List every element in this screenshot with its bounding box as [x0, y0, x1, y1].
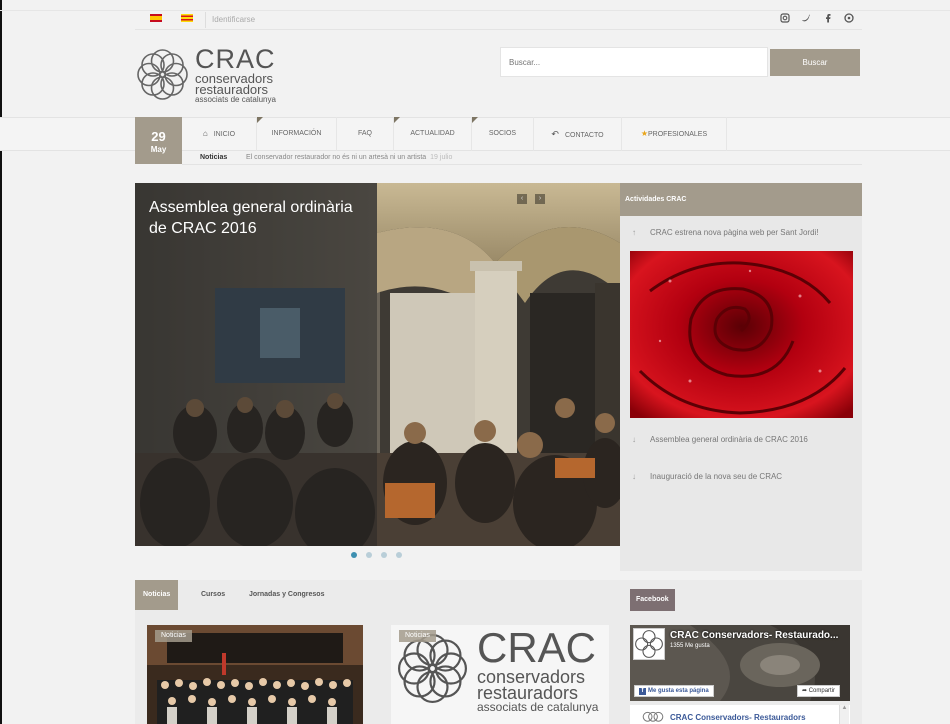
news-ticker: Noticias El conservador restaurador no é…: [182, 151, 862, 165]
tab-noticias[interactable]: Noticias: [135, 580, 179, 610]
nav-label: SOCIOS: [488, 130, 517, 137]
login-link[interactable]: Identificarse: [205, 12, 255, 28]
nav-label: CONTACTO: [564, 132, 604, 139]
nav-item-informacion[interactable]: INFORMACIÓN: [257, 117, 337, 151]
facebook-scrollbar[interactable]: ▲: [839, 705, 849, 724]
nav-corner: [394, 117, 400, 123]
nav-label: INICIO: [213, 131, 236, 138]
topbar: Identificarse: [135, 10, 862, 30]
search-button[interactable]: Buscar: [770, 49, 860, 76]
nav-corner: [472, 117, 478, 123]
arrow-down-icon: ↓: [632, 472, 636, 481]
catalan-flag-icon[interactable]: [181, 14, 193, 22]
reply-icon: ↶: [551, 129, 559, 139]
facebook-post: CRAC Conservadors- Restauradors: [630, 705, 850, 724]
card-logo-line-2: restauradors: [477, 683, 579, 703]
activity-item-1[interactable]: ↑ CRAC estrena nova pàgina web per Sant J…: [632, 227, 819, 239]
news-ticker-link[interactable]: El conservador restaurador no és ni un a…: [246, 151, 452, 165]
slider-caption-overlay: Assemblea general ordinària de CRAC 2016: [135, 183, 377, 546]
nav-item-inicio[interactable]: ⌂ INICIO: [182, 117, 257, 151]
activity-item-2[interactable]: ↓ Assemblea general ordinària de CRAC 201…: [632, 434, 808, 446]
nav-item-actualidad[interactable]: ACTUALIDAD: [394, 117, 472, 151]
nav-corner: [257, 117, 263, 123]
nav-label: FAQ: [357, 130, 372, 137]
activity-item-3[interactable]: ↓ Inauguració de la nova seu de CRAC: [632, 471, 782, 483]
tab-jornadas[interactable]: Jornadas y Congresos: [249, 580, 324, 610]
slider-dot-2[interactable]: [366, 552, 372, 558]
slider-dot-1[interactable]: [351, 552, 357, 558]
share-button-label: Compartir: [808, 688, 836, 694]
news-card-badge: Noticias: [155, 630, 192, 642]
arrow-up-icon: ↑: [632, 228, 636, 237]
facebook-icon[interactable]: [821, 13, 835, 27]
slider-dot-4[interactable]: [396, 552, 402, 558]
facebook-post-author[interactable]: CRAC Conservadors- Restauradors: [670, 713, 806, 722]
slider-prev-icon[interactable]: ‹: [517, 194, 527, 204]
facebook-f-icon: f: [639, 688, 646, 695]
facebook-likes-count: 1355 Me gusta: [670, 643, 710, 649]
slider-title[interactable]: Assemblea general ordinària de CRAC 2016: [149, 197, 369, 239]
rose-image: [630, 251, 853, 418]
news-ticker-date: 19 julio: [430, 154, 453, 161]
instagram-icon[interactable]: [778, 13, 792, 27]
arrow-down-icon: ↓: [632, 435, 636, 444]
activity-rose-image[interactable]: [630, 251, 853, 418]
card-logo-title: CRAC: [477, 625, 597, 671]
crac-rosette-icon: [398, 634, 467, 703]
news-card-1[interactable]: Noticias: [147, 625, 363, 724]
page-frame-edge: [0, 0, 2, 724]
facebook-share-button[interactable]: ➦ Compartir: [797, 685, 841, 697]
crac-logo[interactable]: CRAC conservadors restauradors associats…: [135, 45, 285, 105]
news-card-2[interactable]: CRAC conservadors restauradors associats…: [391, 625, 609, 724]
news-ticker-text: El conservador restaurador no és ni un a…: [246, 154, 427, 161]
pinterest-icon[interactable]: [842, 13, 856, 27]
crac-rosette-icon: [635, 630, 663, 658]
home-icon: ⌂: [202, 129, 208, 138]
date-month: May: [150, 145, 167, 154]
card-logo-line-3: associats de catalunya: [477, 700, 599, 714]
share-icon: ➦: [802, 688, 808, 694]
activities-header: Actividades CRAC: [620, 183, 862, 216]
facebook-avatar[interactable]: [633, 628, 665, 660]
crac-rosette-icon: [137, 49, 188, 100]
nav-label: INFORMACIÓN: [271, 130, 322, 137]
slider-dot-3[interactable]: [381, 552, 387, 558]
facebook-page-name[interactable]: CRAC Conservadors- Restaurado...: [670, 630, 838, 641]
nav-item-faq[interactable]: FAQ: [337, 117, 394, 151]
activity-label: Inauguració de la nova seu de CRAC: [650, 472, 783, 481]
facebook-like-button[interactable]: f Me gusta esta página: [634, 685, 714, 697]
facebook-tab[interactable]: Facebook: [630, 589, 675, 611]
activity-label: CRAC estrena nova pàgina web per Sant Jo…: [650, 228, 819, 237]
hero-slider[interactable]: Assemblea general ordinària de CRAC 2016…: [135, 183, 620, 546]
crac-rosette-icon: [642, 711, 664, 722]
tab-cursos[interactable]: Cursos: [201, 580, 225, 610]
logo-line-2: restauradors: [195, 82, 268, 97]
star-icon: ★: [640, 129, 649, 138]
search-input[interactable]: [500, 47, 768, 77]
activities-panel: Actividades CRAC ↑ CRAC estrena nova pàgi…: [620, 183, 862, 571]
like-button-label: Me gusta esta página: [648, 688, 709, 694]
slider-next-icon[interactable]: ›: [535, 194, 545, 204]
nav-item-contacto[interactable]: ↶ CONTACTO: [534, 117, 622, 151]
activity-label: Assemblea general ordinària de CRAC 2016: [650, 435, 808, 444]
date-box: 29 May: [135, 117, 182, 164]
nav-item-socios[interactable]: SOCIOS: [472, 117, 534, 151]
logo-title: CRAC: [195, 44, 276, 74]
facebook-page-widget[interactable]: CRAC Conservadors- Restaurado... 1355 Me…: [630, 625, 850, 701]
nav-label: PROFESIONALES: [648, 131, 708, 138]
news-card-badge: Noticias: [399, 630, 436, 642]
logo-line-3: associats de catalunya: [195, 95, 276, 104]
spanish-flag-icon[interactable]: [150, 14, 162, 22]
twitter-icon[interactable]: [799, 13, 813, 27]
date-day: 29: [151, 129, 166, 144]
news-ticker-label: Noticias: [200, 154, 228, 161]
nav-item-profesionales[interactable]: ★PROFESIONALES: [622, 117, 727, 151]
nav-label: ACTUALIDAD: [410, 130, 455, 137]
